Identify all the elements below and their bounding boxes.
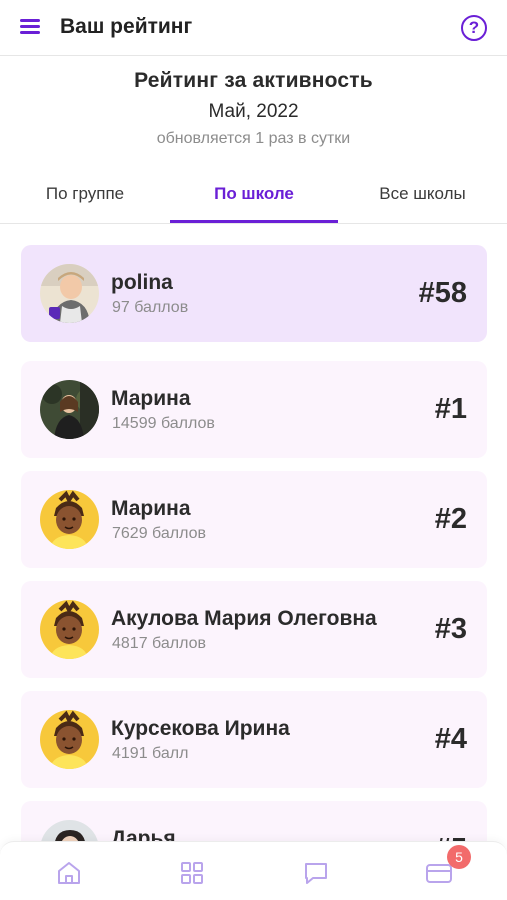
grid-icon[interactable] — [178, 859, 206, 887]
default-avatar-icon — [40, 490, 99, 549]
user-rank: #1 — [434, 393, 467, 425]
rating-card[interactable]: Марина 14599 баллов #1 — [21, 361, 487, 458]
rating-card[interactable]: Курсекова Ирина 4191 балл #4 — [21, 691, 487, 788]
notification-badge: 5 — [447, 845, 471, 869]
active-tab-indicator — [170, 220, 338, 223]
avatar — [40, 380, 99, 439]
tab-group[interactable]: По группе — [0, 184, 170, 204]
user-points: 7629 баллов — [112, 525, 206, 542]
home-icon[interactable] — [55, 859, 83, 887]
default-avatar-icon — [40, 600, 99, 659]
help-icon[interactable]: ? — [461, 15, 487, 41]
user-rank: #4 — [434, 723, 467, 755]
page-title: Ваш рейтинг — [60, 15, 193, 38]
user-name: Курсекова Ирина — [111, 717, 290, 740]
user-name: Марина — [111, 387, 191, 410]
rating-tabs: По группе По школе Все школы — [0, 170, 507, 224]
rating-title: Рейтинг за активность — [134, 69, 373, 92]
user-points: 4817 баллов — [112, 635, 206, 652]
rating-card[interactable]: Марина 7629 баллов #2 — [21, 471, 487, 568]
user-points: 97 баллов — [112, 299, 189, 316]
update-note: обновляется 1 раз в сутки — [156, 130, 351, 147]
user-rank: #3 — [434, 613, 467, 645]
user-name: polina — [111, 271, 173, 294]
tab-all-schools[interactable]: Все школы — [338, 184, 507, 204]
user-rank: #2 — [434, 503, 467, 535]
tab-school[interactable]: По школе — [170, 184, 338, 204]
rating-card[interactable]: Акулова Мария Олеговна 4817 баллов #3 — [21, 581, 487, 678]
rating-card-current-user[interactable]: polina 97 баллов #58 — [21, 245, 487, 342]
default-avatar-icon — [40, 710, 99, 769]
chat-icon[interactable] — [302, 859, 330, 887]
user-rank: #58 — [418, 277, 467, 309]
rating-period: Май, 2022 — [208, 101, 299, 122]
user-points: 14599 баллов — [112, 415, 215, 432]
rating-heading: Рейтинг за активность Май, 2022 обновляе… — [0, 69, 507, 148]
avatar — [40, 264, 99, 323]
user-points: 4191 балл — [112, 745, 189, 762]
bottom-nav — [0, 841, 507, 900]
user-name: Акулова Мария Олеговна — [111, 607, 377, 630]
app-header: Ваш рейтинг ? — [0, 0, 507, 56]
hamburger-menu-icon[interactable] — [20, 19, 40, 35]
user-name: Марина — [111, 497, 191, 520]
